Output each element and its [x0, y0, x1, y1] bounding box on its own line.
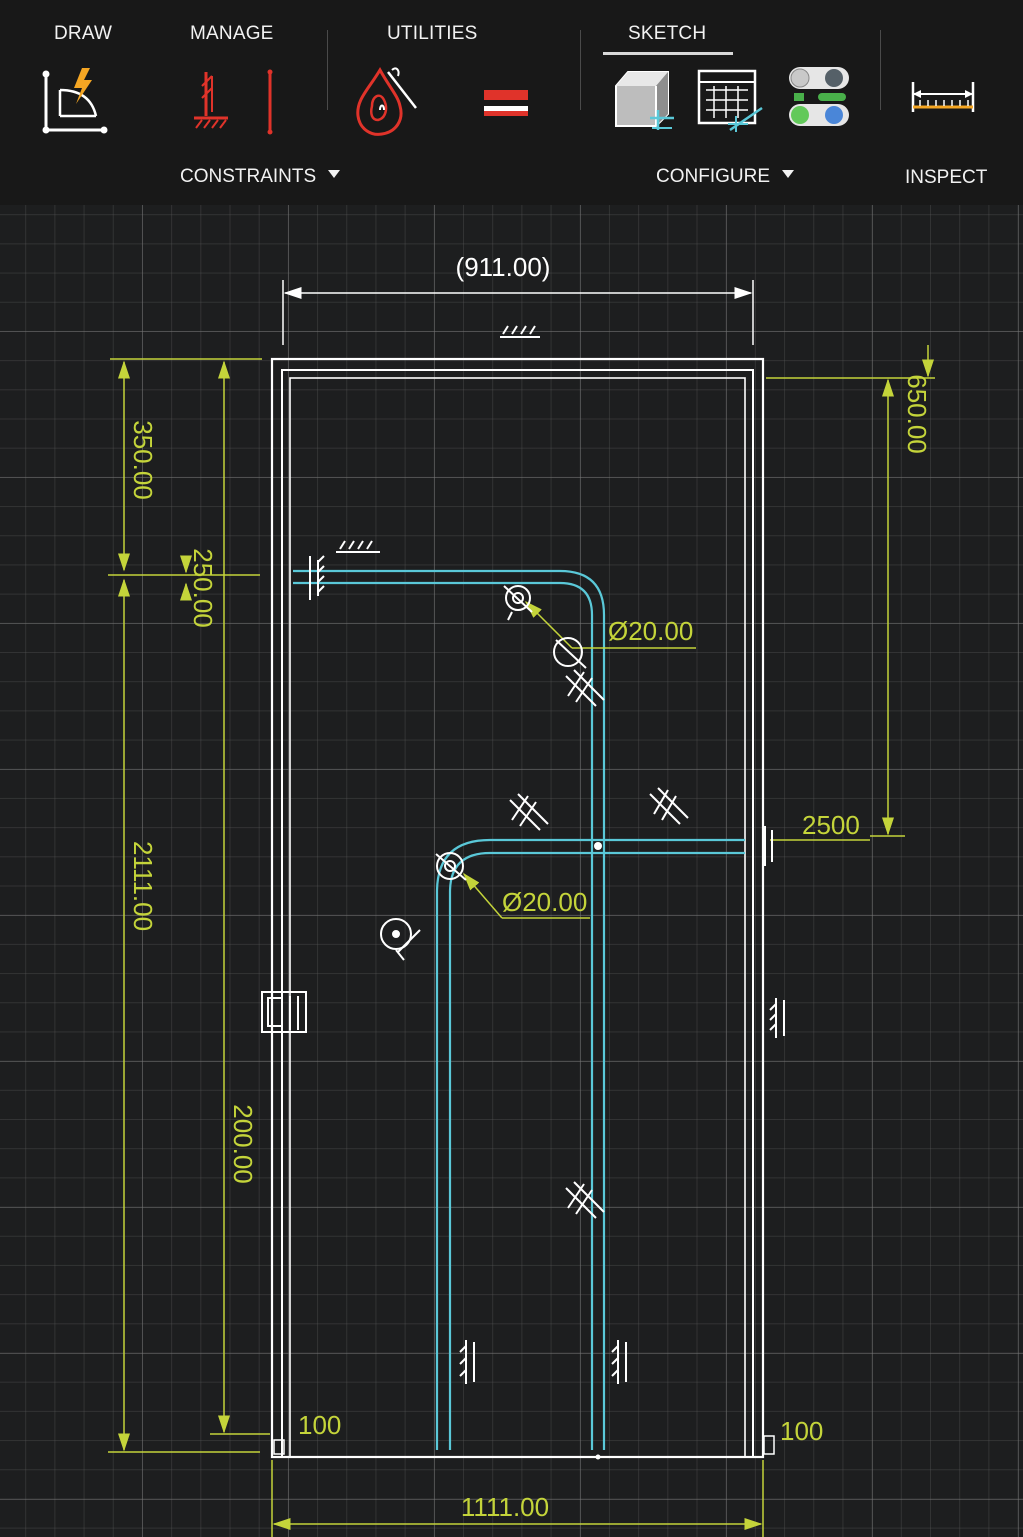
dimension-diameter-upper[interactable]: Ø20.00 — [524, 600, 696, 649]
dimension-text-right-mid: 2500 — [802, 810, 860, 840]
dimension-text-bottom-right: 100 — [780, 1416, 823, 1446]
equal-constraint-icon[interactable] — [484, 88, 528, 120]
configure-label: CONFIGURE — [656, 166, 770, 187]
measure-icon[interactable] — [910, 80, 976, 114]
create-sketch-icon[interactable] — [38, 66, 110, 136]
chevron-down-icon — [328, 169, 341, 178]
coincident-constraint-icon[interactable] — [380, 918, 421, 961]
tab-sketch[interactable]: SKETCH — [628, 23, 706, 45]
vertical-constraint-icon[interactable] — [260, 68, 280, 136]
pipe-path[interactable] — [293, 569, 745, 1450]
dimension-text-right-top: 650.00 — [902, 374, 932, 454]
constraints-label: CONSTRAINTS — [180, 166, 317, 187]
dimension-diameter-lower[interactable]: Ø20.00 — [463, 872, 590, 919]
dimension-bottom-width[interactable]: 1111.00 — [271, 1460, 764, 1537]
parallel-constraint-icon[interactable] — [649, 787, 689, 825]
tangent-constraint-icon[interactable] — [503, 585, 533, 621]
dimension-text-bottom-left: 100 — [298, 1410, 341, 1440]
dimension-text-left-inner: 200.00 — [228, 1104, 258, 1184]
hinge-block[interactable] — [261, 991, 307, 1033]
tab-manage[interactable]: MANAGE — [190, 23, 274, 45]
dimension-text: (911.00) — [456, 252, 551, 282]
separator — [580, 30, 581, 110]
ground-constraint-icon[interactable] — [500, 325, 540, 338]
ground-constraint-icon[interactable] — [769, 998, 785, 1038]
separator — [327, 30, 328, 110]
intersection-point[interactable] — [594, 842, 602, 850]
dimension-text-left-total: 2111.00 — [128, 841, 158, 931]
configure-dropdown[interactable]: CONFIGURE — [656, 166, 794, 188]
dimension-text: 1111.00 — [461, 1492, 549, 1522]
tab-draw[interactable]: DRAW — [54, 23, 112, 45]
separator — [880, 30, 881, 110]
dimension-top-width[interactable]: (911.00) — [282, 252, 754, 345]
corner-mark — [273, 1435, 775, 1455]
constraints-dropdown[interactable]: CONSTRAINTS — [180, 166, 341, 188]
sketch-canvas[interactable]: (911.00) 1111.00 350.00 250.00 2111.00 2… — [0, 205, 1023, 1537]
dimension-text: Ø20.00 — [502, 887, 587, 917]
ground-constraint-icon[interactable] — [764, 826, 773, 866]
tab-utilities[interactable]: UTILITIES — [387, 23, 477, 45]
3d-box-icon[interactable] — [612, 66, 678, 134]
origin-point[interactable] — [595, 1454, 601, 1460]
ground-constraint-icon[interactable] — [336, 540, 380, 553]
chevron-down-icon — [782, 169, 794, 178]
tangent-constraint-icon[interactable] — [553, 637, 587, 669]
parallel-constraint-icon[interactable] — [565, 1181, 605, 1219]
dimension-text: Ø20.00 — [608, 616, 693, 646]
parallel-constraint-icon[interactable] — [509, 793, 549, 831]
parallel-constraint-icon[interactable] — [565, 669, 605, 707]
inspect-label[interactable]: INSPECT — [905, 167, 987, 189]
ribbon-toolbar: DRAW MANAGE UTILITIES SKETCH CONSTRAINTS… — [0, 0, 1023, 206]
toggle-settings-icon[interactable] — [788, 66, 850, 128]
ground-constraint-icon[interactable] — [611, 1340, 627, 1384]
fix-constraint-icon[interactable] — [188, 68, 234, 134]
dimension-text-left-top: 350.00 — [128, 420, 158, 500]
active-tab-indicator — [603, 52, 733, 55]
dimension-text-left-small: 250.00 — [188, 548, 218, 628]
ground-constraint-icon[interactable] — [309, 555, 325, 600]
fire-drop-icon[interactable] — [350, 64, 422, 138]
ground-constraint-icon[interactable] — [459, 1340, 475, 1384]
grid-table-icon[interactable] — [696, 68, 766, 134]
